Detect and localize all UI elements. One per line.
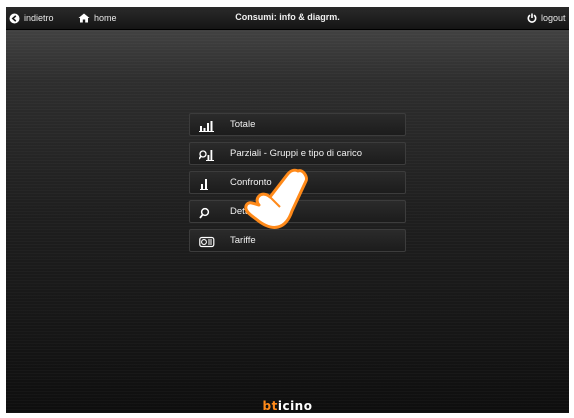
tariff-meter-icon [199, 235, 215, 248]
bar-chart-icon [199, 119, 215, 132]
home-label: home [94, 13, 117, 23]
power-icon [527, 13, 537, 23]
compare-chart-icon [199, 177, 215, 190]
menu-item-label: Confronto [230, 177, 272, 188]
back-label: indietro [24, 13, 54, 23]
home-icon [78, 13, 90, 23]
back-arrow-circle-icon [9, 13, 20, 24]
menu-item-parziali[interactable]: Parziali - Gruppi e tipo di carico [189, 142, 406, 165]
menu-item-tariffe[interactable]: Tariffe [189, 229, 406, 252]
menu-item-label: Parziali - Gruppi e tipo di carico [230, 148, 362, 159]
menu-item-label: Totale [230, 119, 256, 130]
search-chart-icon [198, 148, 215, 161]
logout-button[interactable]: logout [527, 12, 566, 24]
menu-item-totale[interactable]: Totale [189, 113, 406, 136]
bticino-logo: bticino [6, 399, 569, 413]
top-bar: indietro home Consumi: info & diagrm. lo… [6, 7, 569, 30]
menu-item-label: Dettagli [230, 206, 263, 217]
home-button[interactable]: home [78, 12, 117, 24]
magnifier-icon [199, 206, 215, 219]
logo-rest: icino [277, 399, 313, 413]
app-screen: indietro home Consumi: info & diagrm. lo… [6, 7, 569, 413]
consumption-menu: Totale Parziali - Gruppi e tipo di caric… [189, 113, 406, 258]
back-button[interactable]: indietro [9, 12, 54, 24]
menu-item-confronto[interactable]: Confronto [189, 171, 406, 194]
menu-item-label: Tariffe [230, 235, 256, 246]
logo-bt: bt [262, 399, 278, 413]
menu-item-dettagli[interactable]: Dettagli [189, 200, 406, 223]
logout-label: logout [541, 13, 566, 23]
